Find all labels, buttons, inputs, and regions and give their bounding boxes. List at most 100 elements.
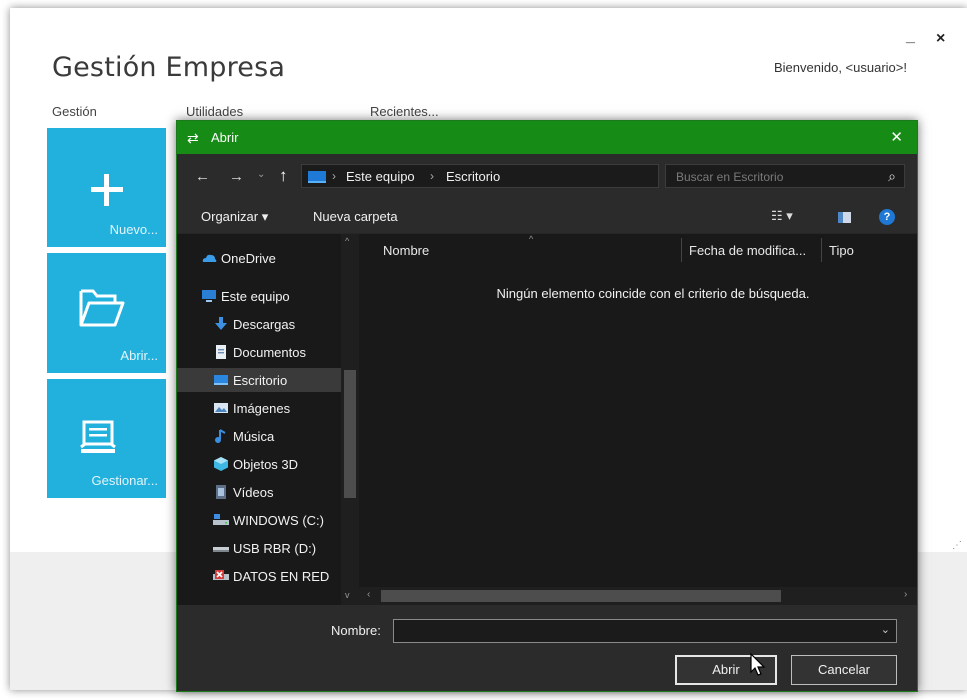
file-pane-hscrollbar[interactable]: ‹ › bbox=[359, 587, 917, 605]
onedrive-icon bbox=[202, 254, 217, 262]
nav-item-label: Escritorio bbox=[233, 373, 288, 388]
plus-icon bbox=[91, 174, 123, 206]
filename-dropdown-icon[interactable]: ⌄ bbox=[881, 623, 890, 636]
nav-item-label: Vídeos bbox=[233, 485, 274, 500]
preview-pane-icon[interactable] bbox=[838, 212, 851, 223]
forward-arrow-icon[interactable]: → bbox=[229, 168, 244, 185]
network-drive-icon bbox=[213, 570, 229, 580]
dialog-close-icon[interactable]: ✕ bbox=[890, 128, 903, 146]
recent-locations-chevron-icon[interactable]: ⌄ bbox=[257, 169, 265, 180]
scroll-down-icon[interactable]: v bbox=[345, 590, 350, 600]
search-icon: ⌕ bbox=[888, 168, 896, 184]
help-icon[interactable]: ? bbox=[879, 209, 895, 225]
search-placeholder: Buscar en Escritorio bbox=[676, 170, 784, 184]
nav-item-objetos-3d[interactable]: Objetos 3D bbox=[177, 452, 343, 476]
videos-icon bbox=[216, 485, 226, 499]
nav-item-videos[interactable]: Vídeos bbox=[177, 480, 343, 504]
address-row: ← → ⌄ ↑ › Este equipo › Escritorio ⌄ ↻ B… bbox=[177, 154, 917, 200]
navigation-pane: OneDrive Este equipo Descargas Documento… bbox=[177, 234, 359, 605]
tile-nuevo[interactable]: Nuevo... bbox=[47, 128, 166, 247]
scrollbar-thumb[interactable] bbox=[344, 370, 356, 498]
nav-item-onedrive[interactable]: OneDrive bbox=[177, 246, 343, 270]
menu-recientes[interactable]: Recientes... bbox=[370, 104, 439, 119]
nav-item-descargas[interactable]: Descargas bbox=[177, 312, 343, 336]
mouse-cursor-icon bbox=[750, 653, 766, 676]
tile-abrir[interactable]: Abrir... bbox=[47, 253, 166, 373]
filename-input[interactable]: ⌄ bbox=[393, 619, 897, 643]
filename-label: Nombre: bbox=[331, 623, 381, 638]
music-icon bbox=[215, 429, 226, 443]
nav-item-musica[interactable]: Música bbox=[177, 424, 343, 448]
desktop-icon bbox=[214, 375, 228, 385]
breadcrumb-chevron-icon: › bbox=[332, 169, 336, 183]
new-folder-button[interactable]: Nueva carpeta bbox=[313, 209, 398, 224]
column-divider[interactable] bbox=[821, 238, 822, 262]
nav-item-label: Música bbox=[233, 429, 275, 444]
folder-icon bbox=[79, 289, 125, 327]
dialog-title: Abrir bbox=[211, 130, 239, 145]
nav-item-este-equipo[interactable]: Este equipo bbox=[177, 284, 343, 308]
resize-grip-icon[interactable]: ⋰ bbox=[952, 540, 962, 551]
empty-message: Ningún elemento coincide con el criterio… bbox=[496, 286, 810, 301]
nav-item-datos-en-red[interactable]: DATOS EN RED bbox=[177, 564, 343, 588]
column-divider[interactable] bbox=[681, 238, 682, 262]
up-arrow-icon[interactable]: ↑ bbox=[279, 166, 288, 186]
downloads-icon bbox=[215, 317, 227, 330]
file-list-pane: ^ Nombre Fecha de modifica... Tipo Ningú… bbox=[359, 234, 917, 605]
column-header-tipo[interactable]: Tipo bbox=[829, 243, 854, 258]
app-title: Gestión Empresa bbox=[52, 52, 286, 83]
menu-gestion[interactable]: Gestión bbox=[52, 104, 97, 119]
dialog-footer: Nombre: ⌄ Abrir Cancelar bbox=[177, 605, 917, 691]
open-dialog: ⇄ Abrir ✕ ← → ⌄ ↑ › Este equipo › Escrit… bbox=[176, 120, 918, 692]
scroll-left-icon[interactable]: ‹ bbox=[367, 589, 370, 600]
nav-item-label: DATOS EN RED bbox=[233, 569, 330, 584]
view-options-icon[interactable]: ☷ ▾ bbox=[771, 208, 793, 224]
scroll-up-icon[interactable]: ^ bbox=[345, 236, 349, 246]
laptop-icon bbox=[80, 420, 116, 453]
dialog-toolbar: Organizar ▾ Nueva carpeta ☷ ▾ ? bbox=[177, 200, 917, 234]
arrows-swap-icon: ⇄ bbox=[187, 130, 199, 146]
scrollbar-thumb[interactable] bbox=[381, 590, 781, 602]
objects-3d-icon bbox=[214, 457, 228, 471]
nav-pane-scrollbar[interactable]: ^ v bbox=[341, 234, 359, 605]
usb-drive-icon bbox=[213, 547, 229, 552]
nav-item-label: USB RBR (D:) bbox=[233, 541, 317, 556]
close-button[interactable]: × bbox=[936, 30, 945, 48]
tile-nuevo-label: Nuevo... bbox=[109, 222, 158, 237]
nav-item-windows-c[interactable]: WINDOWS (C:) bbox=[177, 508, 343, 532]
nav-item-label: OneDrive bbox=[221, 251, 276, 266]
sort-ascending-icon: ^ bbox=[529, 234, 534, 244]
tile-gestionar-label: Gestionar... bbox=[91, 473, 158, 488]
back-arrow-icon[interactable]: ← bbox=[195, 168, 210, 185]
tile-abrir-label: Abrir... bbox=[120, 348, 158, 363]
nav-item-label: Documentos bbox=[233, 345, 306, 360]
nav-item-escritorio[interactable]: Escritorio bbox=[177, 368, 343, 392]
search-input[interactable]: Buscar en Escritorio ⌕ bbox=[665, 164, 905, 188]
column-header-nombre[interactable]: Nombre bbox=[383, 243, 429, 258]
breadcrumb-este-equipo[interactable]: Este equipo bbox=[346, 169, 415, 184]
breadcrumb-chevron-icon: › bbox=[430, 169, 434, 183]
documents-icon bbox=[216, 345, 226, 359]
cancel-button[interactable]: Cancelar bbox=[791, 655, 897, 685]
welcome-text: Bienvenido, <usuario>! bbox=[774, 60, 907, 75]
drive-icon bbox=[213, 514, 229, 525]
nav-item-label: Objetos 3D bbox=[233, 457, 299, 472]
menu-utilidades[interactable]: Utilidades bbox=[186, 104, 243, 119]
address-bar[interactable]: › Este equipo › Escritorio ⌄ ↻ bbox=[301, 164, 769, 188]
nav-item-label: Este equipo bbox=[221, 289, 290, 304]
dialog-titlebar: ⇄ Abrir ✕ bbox=[177, 121, 917, 154]
pictures-icon bbox=[214, 403, 228, 413]
scroll-right-icon[interactable]: › bbox=[904, 589, 907, 600]
nav-item-documentos[interactable]: Documentos bbox=[177, 340, 343, 364]
nav-item-usb-d[interactable]: USB RBR (D:) bbox=[177, 536, 343, 560]
computer-icon bbox=[202, 290, 216, 302]
minimize-button[interactable]: _ bbox=[906, 28, 918, 48]
desktop-icon bbox=[308, 171, 326, 183]
tile-gestionar[interactable]: Gestionar... bbox=[47, 379, 166, 498]
nav-item-imagenes[interactable]: Imágenes bbox=[177, 396, 343, 420]
nav-item-label: Descargas bbox=[233, 317, 296, 332]
column-header-fecha[interactable]: Fecha de modifica... bbox=[689, 243, 806, 258]
breadcrumb-escritorio[interactable]: Escritorio bbox=[446, 169, 500, 184]
nav-item-label: WINDOWS (C:) bbox=[233, 513, 324, 528]
organize-button[interactable]: Organizar ▾ bbox=[201, 209, 268, 225]
